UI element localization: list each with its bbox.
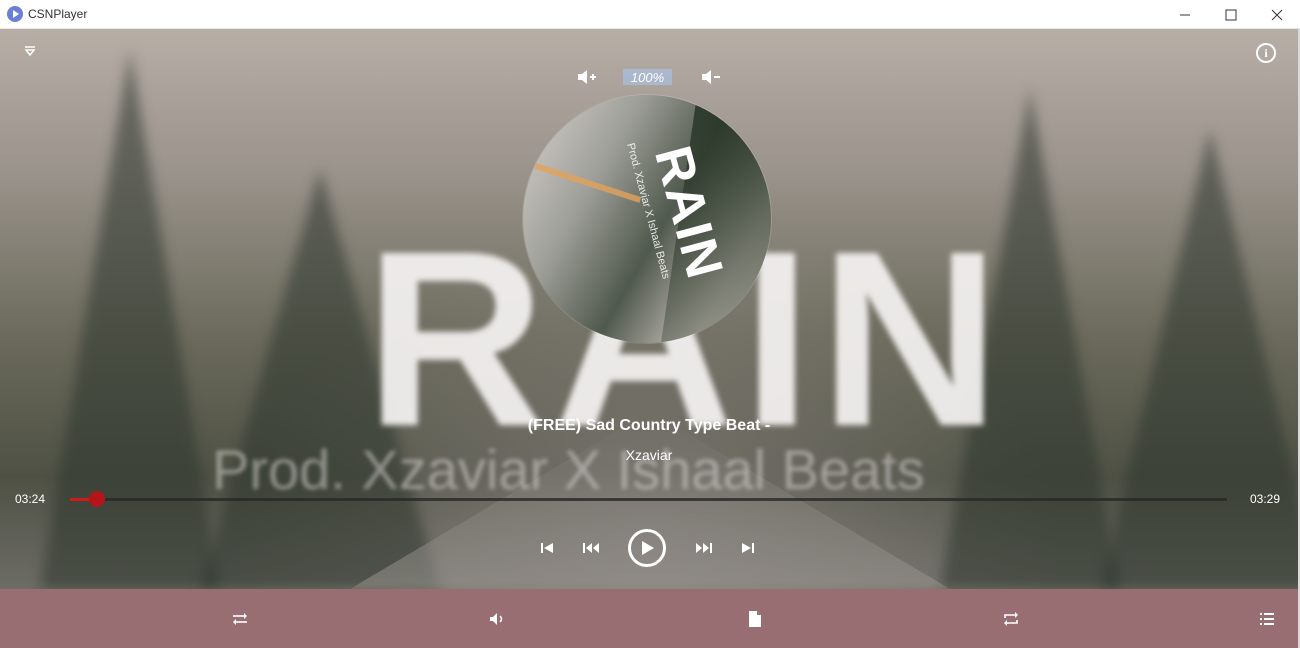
minimize-button[interactable] [1162,0,1208,29]
skip-previous-icon [541,543,553,553]
playlist-button[interactable] [1257,609,1277,629]
rewind-button[interactable] [581,539,601,557]
title-bar: CSNPlayer [0,0,1300,29]
skip-previous-button[interactable] [538,539,556,557]
app-play-icon [7,6,23,22]
current-time: 03:24 [15,492,46,506]
background-tree [1100,129,1298,589]
album-art: RAIN Prod. Xzaviar X Ishaal Beats [523,95,771,343]
maximize-icon [1225,9,1237,20]
repeat-icon [1004,612,1018,626]
playlist-icon [1260,613,1274,625]
fast-forward-button[interactable] [694,539,714,557]
info-icon: i [1264,45,1268,60]
minimize-icon [1180,14,1190,15]
close-button[interactable] [1254,0,1300,29]
player-area: RAIN Prod. Xzaviar X Ishaal Beats i 100%… [0,29,1298,589]
progress-handle[interactable] [88,491,105,507]
window-title: CSNPlayer [28,7,88,21]
maximize-button[interactable] [1208,0,1254,29]
window-controls [1162,0,1300,29]
caret-down-icon [24,46,36,56]
track-artist: Xzaviar [625,447,673,463]
file-button[interactable] [745,609,765,629]
album-art-stripe [534,163,642,203]
track-title: (FREE) Sad Country Type Beat - [527,417,771,434]
info-button[interactable]: i [1256,43,1276,63]
volume-down-button[interactable] [700,67,722,87]
transport-controls [0,529,1298,569]
volume-up-button[interactable] [576,67,598,87]
background-tree [40,49,220,589]
volume-button[interactable] [487,609,507,629]
repeat-button[interactable] [1001,609,1021,629]
volume-level-label: 100% [623,69,672,85]
file-icon [749,611,761,627]
total-time: 03:29 [1250,492,1281,506]
bottom-toolbar [0,589,1298,648]
shuffle-icon [233,613,247,625]
skip-next-button[interactable] [739,539,757,557]
menu-dropdown-button[interactable] [22,43,38,59]
play-icon [642,541,654,555]
play-button[interactable] [628,529,666,567]
skip-next-icon [742,543,754,553]
volume-down-icon [702,70,720,84]
volume-icon [490,613,503,625]
progress-bar[interactable] [70,491,1227,507]
rewind-icon [583,543,599,553]
close-icon [1271,9,1283,20]
fast-forward-icon [696,543,712,553]
volume-up-icon [578,70,596,84]
shuffle-button[interactable] [230,609,250,629]
